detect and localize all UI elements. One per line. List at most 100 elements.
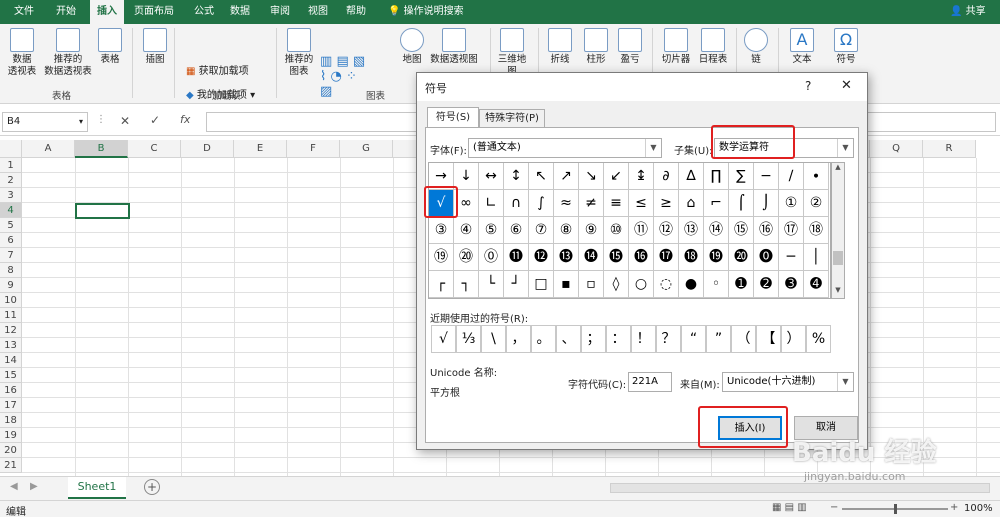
recent-symbol[interactable]: ” <box>706 325 731 353</box>
recent-symbol[interactable]: 【 <box>756 325 781 353</box>
recent-symbol[interactable]: ； <box>581 325 606 353</box>
scroll-up-icon[interactable]: ▲ <box>832 163 844 175</box>
row-header-5[interactable]: 5 <box>0 218 22 233</box>
symbol-cell[interactable]: ─ <box>779 244 804 271</box>
symbol-cell[interactable]: ⑫ <box>654 217 679 244</box>
sparkline-line-button[interactable]: 折线 <box>544 28 576 66</box>
symbol-cell[interactable]: ⓮ <box>579 244 604 271</box>
row-header-8[interactable]: 8 <box>0 263 22 278</box>
symbol-cell[interactable]: └ <box>479 271 504 298</box>
symbol-cell[interactable]: ○ <box>629 271 654 298</box>
symbol-cell[interactable]: ➋ <box>754 271 779 298</box>
row-header-20[interactable]: 20 <box>0 443 22 458</box>
symbol-cell[interactable]: ⑨ <box>579 217 604 244</box>
symbol-cell[interactable]: ⌠ <box>729 190 754 217</box>
row-header-11[interactable]: 11 <box>0 308 22 323</box>
symbol-cell[interactable]: ▫ <box>579 271 604 298</box>
symbol-cell[interactable]: ↘ <box>579 163 604 190</box>
symbol-cell[interactable]: − <box>754 163 779 190</box>
column-header-Q[interactable]: Q <box>870 140 923 158</box>
link-button[interactable]: 链 <box>740 28 772 66</box>
active-cell[interactable] <box>75 203 130 219</box>
symbol-cell[interactable]: ∩ <box>504 190 529 217</box>
help-button[interactable]: ? <box>805 79 811 93</box>
name-box[interactable]: B4 ▾ <box>2 112 88 132</box>
tab-help[interactable]: 帮助 <box>342 0 370 24</box>
tab-insert[interactable]: 插入 <box>90 0 124 24</box>
symbol-cell[interactable]: ④ <box>454 217 479 244</box>
symbol-cell[interactable]: ↔ <box>479 163 504 190</box>
row-header-9[interactable]: 9 <box>0 278 22 293</box>
symbol-cell[interactable]: ⑮ <box>729 217 754 244</box>
symbol-cell[interactable]: ≠ <box>579 190 604 217</box>
recent-symbol[interactable]: 、 <box>556 325 581 353</box>
symbol-cell[interactable]: ➌ <box>779 271 804 298</box>
zoom-slider-thumb[interactable] <box>894 504 897 514</box>
recent-symbol[interactable]: （ <box>731 325 756 353</box>
row-header-4[interactable]: 4 <box>0 203 22 218</box>
symbol-cell[interactable]: ≥ <box>654 190 679 217</box>
symbol-cell[interactable]: ➊ <box>729 271 754 298</box>
symbol-cell[interactable]: ① <box>779 190 804 217</box>
symbol-cell[interactable]: ⓬ <box>529 244 554 271</box>
symbol-cell[interactable]: ⑪ <box>629 217 654 244</box>
row-header-17[interactable]: 17 <box>0 398 22 413</box>
symbol-cell[interactable]: ↨ <box>629 163 654 190</box>
recent-symbol[interactable]: ： <box>606 325 631 353</box>
symbol-button[interactable]: Ω 符号 <box>828 28 864 66</box>
recommended-pivot-button[interactable]: 推荐的 数据透视表 <box>40 28 96 78</box>
maps-button[interactable]: 地图 <box>398 28 426 66</box>
row-header-18[interactable]: 18 <box>0 413 22 428</box>
row-header-15[interactable]: 15 <box>0 368 22 383</box>
symbol-cell[interactable]: ∆ <box>679 163 704 190</box>
symbol-cell[interactable]: ⑬ <box>679 217 704 244</box>
share-button[interactable]: 👤 共享 <box>946 0 990 24</box>
symbol-cell[interactable]: ⑧ <box>554 217 579 244</box>
recent-symbol[interactable]: ！ <box>631 325 656 353</box>
symbol-cell[interactable]: ∫ <box>529 190 554 217</box>
symbol-cell[interactable]: ┌ <box>429 271 454 298</box>
symbol-cell[interactable]: ⑰ <box>779 217 804 244</box>
row-header-12[interactable]: 12 <box>0 323 22 338</box>
tell-me-search[interactable]: 💡 操作说明搜索 <box>384 0 468 24</box>
scroll-down-icon[interactable]: ▼ <box>832 286 844 298</box>
tab-file[interactable]: 文件 <box>10 0 38 24</box>
recent-symbol[interactable]: 。 <box>531 325 556 353</box>
tab-review[interactable]: 审阅 <box>266 0 294 24</box>
symbol-cell[interactable]: ≤ <box>629 190 654 217</box>
recommended-charts-button[interactable]: 推荐的 图表 <box>282 28 316 78</box>
symbol-grid[interactable]: → ↓ ↔ ↕ ↖ ↗ ↘ ↙ ↨ ∂ ∆ ∏ ∑ − ∕ ∙ √ ∞ ∟ ∩ ∫ ≈ ≠ ≡ ≤ ≥ ⌂ ⌐ ⌠ ⌡ ① ② ③ ④ ⑤ ⑥ ⑦ ⑧ ⑨ ⑩… <box>428 162 831 299</box>
symbol-cell[interactable]: ↓ <box>454 163 479 190</box>
get-addins-button[interactable]: ▦ 获取加载项 <box>186 62 249 77</box>
symbol-cell[interactable]: ◌ <box>654 271 679 298</box>
symbol-cell[interactable]: ⓳ <box>704 244 729 271</box>
symbol-cell[interactable]: ⑯ <box>754 217 779 244</box>
symbol-cell[interactable]: ↗ <box>554 163 579 190</box>
row-header-13[interactable]: 13 <box>0 338 22 353</box>
tab-symbols[interactable]: 符号(S) <box>427 107 479 127</box>
text-button[interactable]: A 文本 <box>784 28 820 66</box>
symbol-cell[interactable]: ▪ <box>554 271 579 298</box>
symbol-cell[interactable]: ◦ <box>704 271 729 298</box>
pivot-table-button[interactable]: 数据 透视表 <box>4 28 40 78</box>
symbol-cell[interactable]: ⌐ <box>704 190 729 217</box>
symbol-cell[interactable]: ⓯ <box>604 244 629 271</box>
scrollbar-thumb[interactable] <box>833 251 843 265</box>
column-header-B[interactable]: B <box>75 140 128 158</box>
symbol-cell[interactable]: ↕ <box>504 163 529 190</box>
symbol-cell[interactable]: ⑦ <box>529 217 554 244</box>
symbol-cell[interactable]: ⓪ <box>479 244 504 271</box>
symbol-cell[interactable]: ↖ <box>529 163 554 190</box>
row-header-14[interactable]: 14 <box>0 353 22 368</box>
sparkline-winloss-button[interactable]: 盈亏 <box>614 28 646 66</box>
symbol-cell[interactable]: ⑤ <box>479 217 504 244</box>
enter-icon[interactable]: ✓ <box>150 113 160 127</box>
view-buttons[interactable]: ▦ ▤ ▥ <box>772 502 807 513</box>
symbol-cell[interactable]: ⌡ <box>754 190 779 217</box>
symbol-cell[interactable]: ≡ <box>604 190 629 217</box>
symbol-cell[interactable]: □ <box>529 271 554 298</box>
symbol-cell[interactable]: ∂ <box>654 163 679 190</box>
column-header-D[interactable]: D <box>181 140 234 158</box>
select-all-corner[interactable] <box>0 140 22 158</box>
row-header-3[interactable]: 3 <box>0 188 22 203</box>
